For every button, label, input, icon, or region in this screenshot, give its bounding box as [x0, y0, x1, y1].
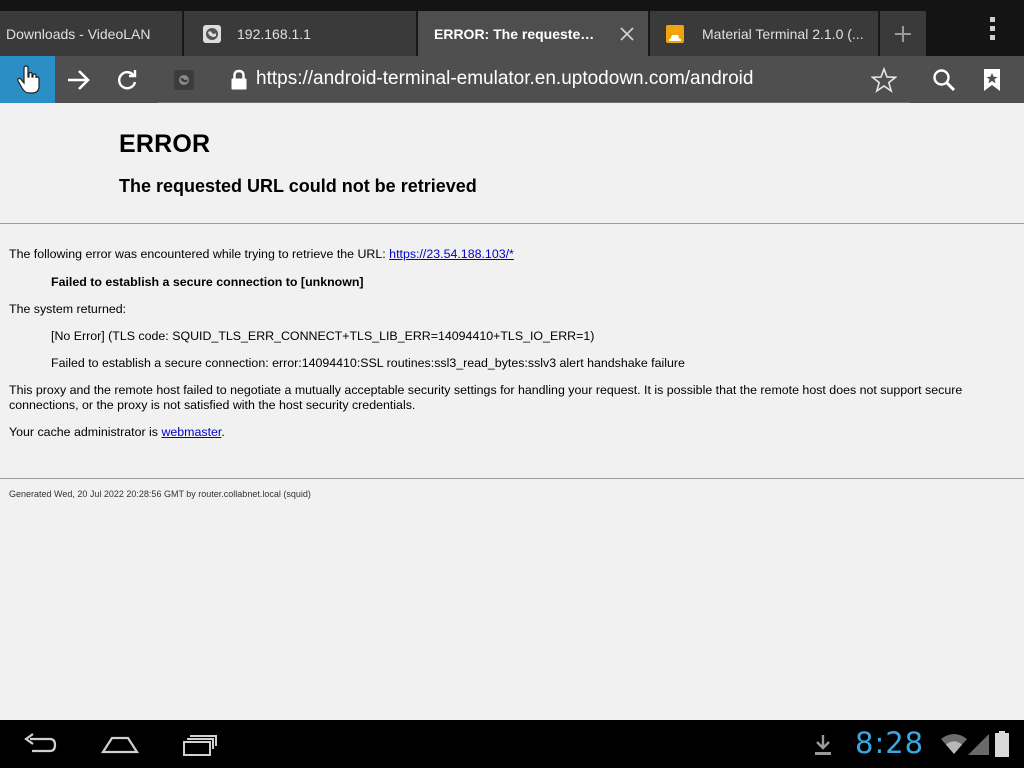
- tab-title: Downloads - VideoLAN: [6, 25, 151, 42]
- battery-icon: [995, 731, 1009, 757]
- star-bookmark-icon[interactable]: [870, 66, 898, 93]
- hand-pointer-icon: [16, 64, 40, 94]
- bookmarks-icon: [984, 68, 1000, 91]
- failure-message: Failed to establish a secure connection …: [51, 275, 364, 289]
- error-url-link[interactable]: https://23.54.188.103/*: [389, 247, 514, 261]
- back-nav-icon[interactable]: [22, 730, 58, 758]
- wifi-icon: [941, 734, 967, 754]
- tab-router[interactable]: 192.168.1.1: [184, 11, 417, 56]
- tab-title: ERROR: The requested U...: [434, 25, 600, 42]
- download-notification-icon[interactable]: [813, 734, 833, 756]
- cache-admin-line: Your cache administrator is webmaster.: [9, 425, 225, 440]
- home-nav-icon[interactable]: [100, 730, 140, 758]
- url-text[interactable]: https://android-terminal-emulator.en.upt…: [256, 68, 753, 90]
- address-bar[interactable]: https://android-terminal-emulator.en.upt…: [158, 56, 910, 103]
- menu-dot-icon: [989, 16, 995, 22]
- webmaster-link[interactable]: webmaster: [161, 425, 221, 439]
- cache-admin-text: Your cache administrator is: [9, 425, 162, 439]
- cache-admin-suffix: .: [221, 425, 225, 439]
- site-favicon-icon: [174, 70, 194, 90]
- new-tab-button[interactable]: [880, 11, 926, 56]
- error-intro-text: The following error was encountered whil…: [9, 247, 390, 261]
- reload-button[interactable]: [103, 56, 151, 103]
- error-explanation: This proxy and the remote host failed to…: [9, 383, 963, 412]
- menu-dot-icon: [989, 25, 995, 31]
- system-navigation-bar: 8:28: [0, 720, 1024, 768]
- ssl-error-detail: Failed to establish a secure connection:…: [51, 356, 685, 370]
- clock: 8:28: [855, 726, 925, 760]
- overflow-menu-button[interactable]: [976, 12, 1008, 44]
- globe-icon: [203, 24, 221, 43]
- menu-dot-icon: [989, 34, 995, 40]
- web-page: ERROR The requested URL could not be ret…: [0, 103, 1024, 720]
- search-icon: [933, 68, 956, 91]
- page-title: ERROR: [119, 130, 211, 158]
- arrow-right-icon: [68, 69, 90, 90]
- plus-icon: [895, 25, 911, 42]
- footer-divider: [0, 478, 1024, 479]
- back-button[interactable]: [0, 56, 55, 103]
- vlc-cone-icon: [666, 24, 684, 43]
- lock-icon: [230, 69, 248, 91]
- reload-icon: [118, 69, 137, 89]
- tab-title: 192.168.1.1: [237, 25, 311, 42]
- search-button[interactable]: [920, 56, 968, 103]
- tab-strip: Downloads - VideoLAN 192.168.1.1 ERROR: …: [0, 0, 1024, 56]
- bookmarks-button[interactable]: [968, 56, 1016, 103]
- browser-toolbar: https://android-terminal-emulator.en.upt…: [0, 56, 1024, 103]
- close-tab-icon[interactable]: [616, 23, 638, 45]
- tls-error-code: [No Error] (TLS code: SQUID_TLS_ERR_CONN…: [51, 329, 595, 343]
- system-returned-label: The system returned:: [9, 302, 127, 316]
- tab-material-terminal[interactable]: Material Terminal 2.1.0 (...: [650, 11, 879, 56]
- tab-downloads-videolan[interactable]: Downloads - VideoLAN: [0, 11, 183, 56]
- signal-icon: [968, 734, 989, 755]
- generated-footer: Generated Wed, 20 Jul 2022 20:28:56 GMT …: [9, 489, 311, 499]
- page-subtitle: The requested URL could not be retrieved: [119, 176, 477, 196]
- tab-title: Material Terminal 2.1.0 (...: [702, 25, 864, 42]
- recent-apps-icon[interactable]: [181, 730, 221, 758]
- forward-button[interactable]: [55, 56, 103, 103]
- error-intro: The following error was encountered whil…: [9, 247, 514, 262]
- error-header: ERROR The requested URL could not be ret…: [0, 103, 1024, 224]
- tab-error[interactable]: ERROR: The requested U...: [418, 11, 649, 56]
